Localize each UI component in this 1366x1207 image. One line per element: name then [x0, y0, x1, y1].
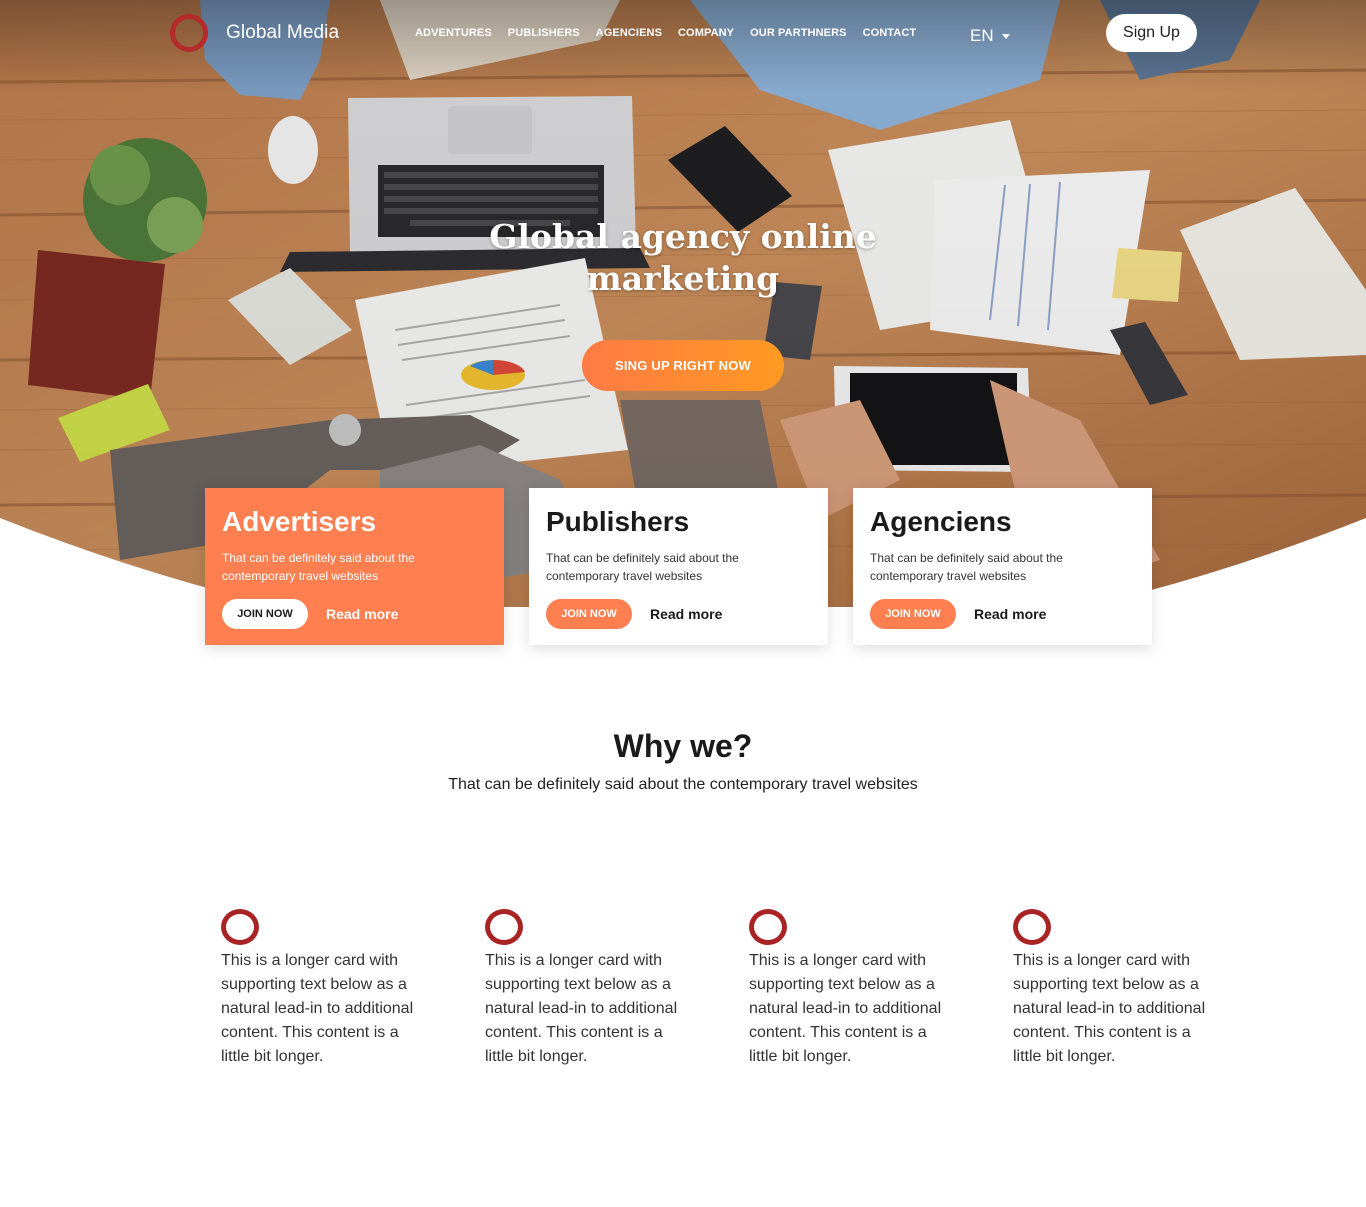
feature-text: This is a longer card with supporting te…	[749, 952, 942, 1065]
why-section-title: Why we?	[613, 728, 753, 764]
join-now-button[interactable]: JOIN NOW	[222, 599, 308, 629]
ring-icon	[749, 909, 787, 945]
nav-item-company[interactable]: COMPANY	[678, 27, 734, 39]
main-menu: ADVENTURES PUBLISHERS AGENCIENS COMPANY …	[407, 27, 924, 39]
card-actions: JOIN NOW Read more	[222, 599, 398, 629]
card-title: Agenciens	[870, 506, 1012, 537]
nav-item-contact[interactable]: CONTACT	[863, 27, 917, 39]
nav-item-adventures[interactable]: ADVENTURES	[415, 27, 492, 39]
ring-icon	[1013, 909, 1051, 945]
card-text: That can be definitely said about the co…	[870, 551, 1063, 583]
nav-item-our-parthners[interactable]: OUR PARTHNERS	[750, 27, 846, 39]
brand-logo[interactable]: Global Media	[170, 14, 339, 52]
feature-item: This is a longer card with supporting te…	[1013, 909, 1213, 1069]
feature-item: This is a longer card with supporting te…	[485, 909, 685, 1069]
language-selector[interactable]: EN	[970, 26, 1010, 46]
card-text: That can be definitely said about the co…	[222, 551, 415, 583]
logo-ring-icon	[170, 14, 208, 52]
card-title: Publishers	[546, 506, 690, 537]
ring-icon	[221, 909, 259, 945]
brand-name: Global Media	[226, 22, 340, 43]
read-more-link[interactable]: Read more	[974, 606, 1046, 622]
top-navbar: Global Media ADVENTURES PUBLISHERS AGENC…	[0, 0, 1366, 70]
feature-item: This is a longer card with supporting te…	[221, 909, 421, 1069]
join-now-button[interactable]: JOIN NOW	[870, 599, 956, 629]
nav-item-agenciens[interactable]: AGENCIENS	[596, 27, 662, 39]
hero-title: Global agency online marketing	[489, 217, 877, 298]
why-section-subtitle: That can be definitely said about the co…	[448, 776, 918, 793]
card-actions: JOIN NOW Read more	[870, 599, 1046, 629]
read-more-link[interactable]: Read more	[326, 606, 398, 622]
feature-text: This is a longer card with supporting te…	[221, 952, 414, 1065]
card-advertisers: Advertisers That can be definitely said …	[205, 488, 504, 645]
ring-icon	[485, 909, 523, 945]
nav-item-publishers[interactable]: PUBLISHERS	[508, 27, 580, 39]
card-title: Advertisers	[222, 506, 377, 537]
join-now-button[interactable]: JOIN NOW	[546, 599, 632, 629]
feature-text: This is a longer card with supporting te…	[485, 952, 678, 1065]
feature-item: This is a longer card with supporting te…	[749, 909, 949, 1069]
hero-cta-button[interactable]: SING UP RIGHT NOW	[582, 340, 784, 391]
sign-up-button[interactable]: Sign Up	[1106, 14, 1197, 52]
card-publishers: Publishers That can be definitely said a…	[529, 488, 828, 645]
caret-down-icon	[1001, 33, 1010, 39]
language-label: EN	[970, 26, 994, 45]
card-text: That can be definitely said about the co…	[546, 551, 739, 583]
card-actions: JOIN NOW Read more	[546, 599, 722, 629]
read-more-link[interactable]: Read more	[650, 606, 722, 622]
card-agenciens: Agenciens That can be definitely said ab…	[853, 488, 1152, 645]
feature-text: This is a longer card with supporting te…	[1013, 952, 1206, 1065]
